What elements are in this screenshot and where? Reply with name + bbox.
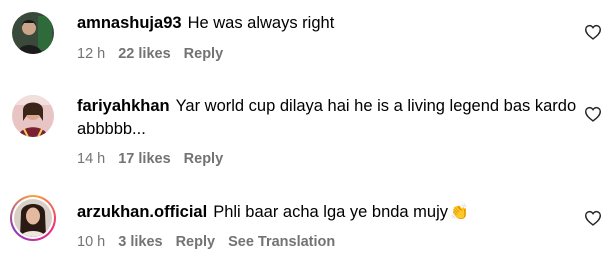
profile-photo-icon bbox=[12, 12, 54, 54]
comment-meta: 10 h 3 likes Reply See Translation bbox=[77, 234, 348, 250]
comment-username[interactable]: fariyahkhan bbox=[77, 97, 170, 115]
comment-text: He was always right bbox=[187, 14, 335, 32]
comment-meta: 14 h 17 likes Reply bbox=[77, 151, 236, 167]
reply-button[interactable]: Reply bbox=[184, 46, 224, 62]
heart-outline-icon[interactable] bbox=[584, 24, 602, 40]
avatar bbox=[14, 199, 52, 237]
comment-username[interactable]: arzukhan.official bbox=[77, 203, 207, 221]
clapping-hands-emoji: 👏 bbox=[450, 204, 469, 221]
comment-time: 12 h bbox=[77, 46, 106, 62]
comment-time: 14 h bbox=[77, 151, 106, 167]
reply-button[interactable]: Reply bbox=[184, 151, 224, 167]
comment-text: Phli baar acha lga ye bnda mujy bbox=[213, 203, 449, 221]
heart-outline-icon[interactable] bbox=[584, 210, 602, 226]
see-translation-link[interactable]: See Translation bbox=[228, 234, 335, 250]
avatar[interactable] bbox=[12, 95, 54, 137]
reply-button[interactable]: Reply bbox=[176, 234, 216, 250]
likes-count[interactable]: 17 likes bbox=[118, 151, 170, 167]
profile-photo-icon bbox=[12, 95, 54, 137]
comment-body: arzukhan.official Phli baar acha lga ye b… bbox=[77, 201, 577, 224]
likes-count[interactable]: 22 likes bbox=[118, 46, 170, 62]
likes-count[interactable]: 3 likes bbox=[118, 234, 162, 250]
comment-time: 10 h bbox=[77, 234, 106, 250]
avatar[interactable] bbox=[12, 12, 54, 54]
comment-username[interactable]: amnashuja93 bbox=[77, 14, 182, 32]
avatar-story-ring[interactable] bbox=[10, 195, 56, 241]
comment-body: fariyahkhan Yar world cup dilaya hai he i… bbox=[77, 95, 577, 141]
heart-outline-icon[interactable] bbox=[584, 106, 602, 122]
avatar-ring-gap bbox=[12, 197, 54, 239]
profile-photo-icon bbox=[14, 199, 52, 237]
comment-body: amnashuja93 He was always right bbox=[77, 12, 577, 35]
comment-meta: 12 h 22 likes Reply bbox=[77, 46, 236, 62]
